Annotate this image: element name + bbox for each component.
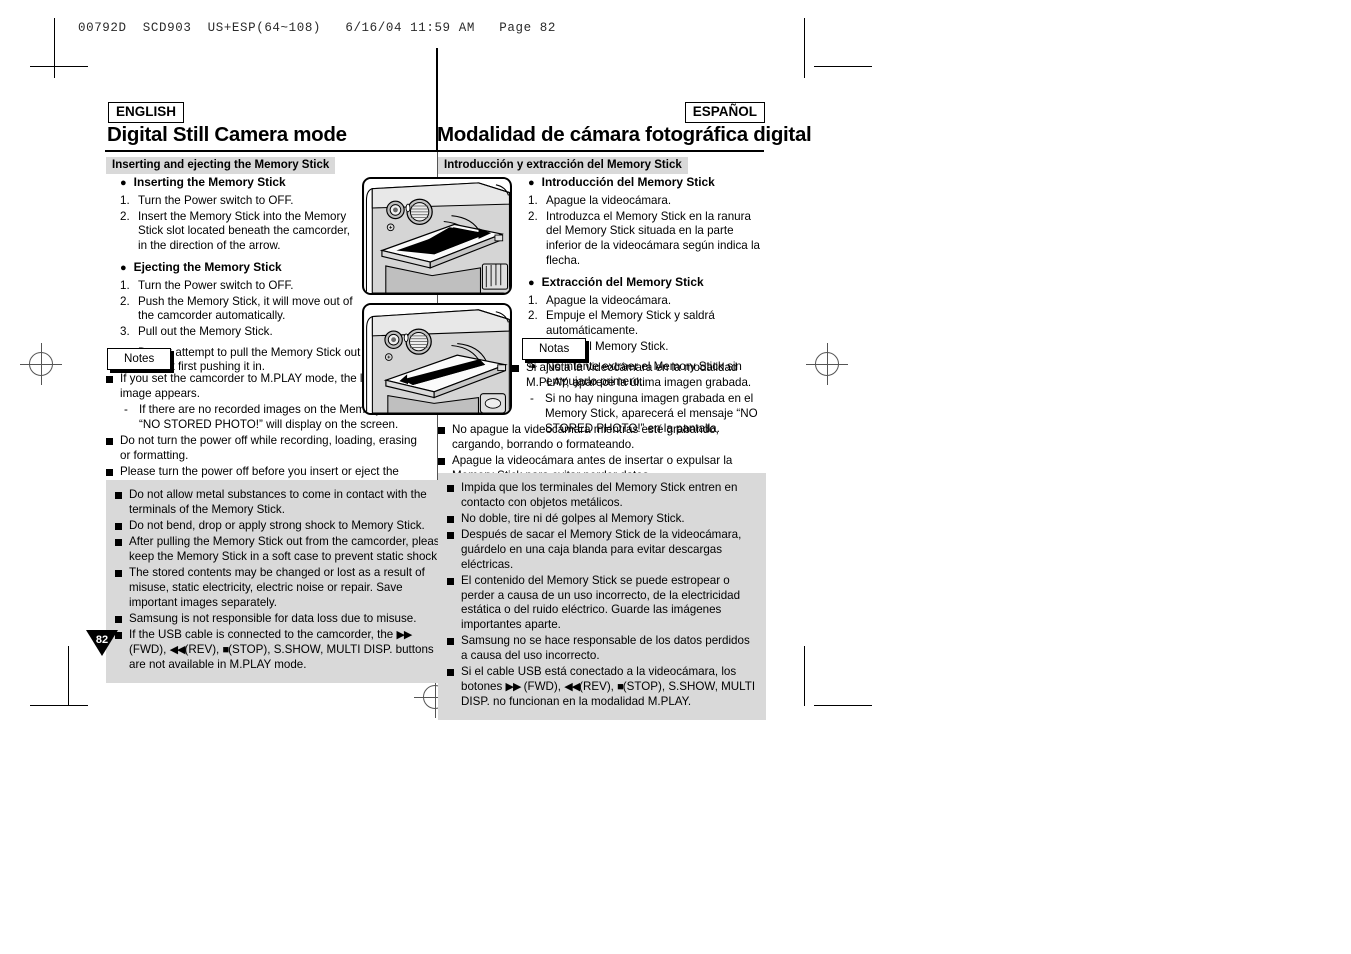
insert-steps-english: 1. Turn the Power switch to OFF. 2. Insert… [106, 194, 361, 254]
fast-forward-icon: ▶▶ [505, 680, 521, 693]
square-bullet-icon [447, 485, 454, 492]
square-bullet-icon [512, 365, 519, 372]
list-item: 2. Introduzca el Memory Stick en la ranur… [528, 209, 760, 268]
section-header-english: Inserting and ejecting the Memory Stick [106, 157, 336, 174]
square-bullet-icon [438, 427, 445, 434]
dash-bullet-icon: - [124, 403, 128, 417]
section-header-spanish: Introducción y extracción del Memory Sti… [438, 157, 688, 174]
caution-box-english: Do not allow metal substances to come in… [106, 480, 456, 684]
list-item: The stored contents may be changed or lo… [115, 566, 448, 610]
bullet-dot-icon: ● [120, 177, 127, 189]
square-bullet-icon [447, 669, 454, 677]
manual-page: ENGLISH ESPAÑOL Digital Still Camera mod… [0, 0, 1351, 954]
square-bullet-icon [106, 376, 113, 383]
list-item: Después de sacar el Memory Stick de la v… [447, 528, 758, 572]
page-title-english: Digital Still Camera mode [107, 123, 347, 146]
title-rule [105, 150, 764, 152]
list-item-usb-spanish: Si el cable USB está conectado a la vide… [447, 665, 758, 709]
square-bullet-icon [115, 522, 122, 530]
list-item: 2. Insert the Memory Stick into the Memor… [120, 209, 351, 253]
square-bullet-icon [106, 469, 113, 477]
bullet-dot-icon: ● [528, 177, 535, 189]
language-badge-spanish: ESPAÑOL [684, 102, 765, 123]
square-bullet-icon [115, 615, 122, 623]
list-item: 3. Pull out the Memory Stick. [120, 324, 273, 338]
square-bullet-icon [106, 437, 113, 445]
bullet-dot-icon: ● [528, 276, 535, 289]
insert-steps-spanish: 1. Apague la videocámara. 2. Introduzca el… [514, 194, 766, 269]
list-item: El contenido del Memory Stick se puede e… [447, 574, 758, 633]
eject-heading-english: ● Ejecting the Memory Stick [120, 260, 282, 275]
list-item: Do not bend, drop or apply strong shock … [115, 519, 448, 534]
square-bullet-icon [115, 539, 122, 547]
page-number: 82 [95, 634, 109, 646]
list-item: Impida que los terminales del Memory Sti… [447, 481, 758, 510]
rewind-icon: ◀◀ [169, 643, 186, 656]
caution-box-spanish: Impida que los terminales del Memory Sti… [438, 473, 766, 721]
square-bullet-icon [115, 570, 122, 578]
insert-heading-spanish: ● Introducción del Memory Stick [528, 175, 715, 189]
english-column: ● Inserting the Memory Stick 1. Turn the … [106, 174, 361, 375]
list-item: Samsung is not responsible for data loss… [115, 612, 448, 627]
list-item: Do not turn the power off while recordin… [106, 434, 428, 463]
page-title-spanish: Modalidad de cámara fotográfica digital [437, 123, 812, 146]
eject-heading-spanish: ● Extracción del Memory Stick [528, 274, 704, 289]
illustration-memory-stick-insert [362, 177, 512, 295]
square-bullet-icon [447, 532, 454, 540]
language-badge-english: ENGLISH [108, 102, 185, 123]
list-item-usb-english: If the USB cable is connected to the cam… [115, 628, 448, 673]
list-item: 2. Push the Memory Stick, it will move ou… [120, 294, 353, 323]
square-bullet-icon [447, 577, 454, 585]
list-item: After pulling the Memory Stick out from … [115, 535, 448, 564]
list-item: 1. Apague la videocámara. [528, 194, 672, 208]
list-item: 1. Turn the Power switch to OFF. [120, 279, 294, 293]
list-item: 2. Empuje el Memory Stick y saldrá automá… [528, 309, 715, 338]
rewind-icon: ◀◀ [564, 680, 580, 693]
list-item: 1. Turn the Power switch to OFF. [120, 194, 294, 208]
insert-heading-english: ● Inserting the Memory Stick [120, 175, 286, 189]
list-item: Do not allow metal substances to come in… [115, 488, 448, 517]
fast-forward-icon: ▶▶ [396, 628, 412, 641]
square-bullet-icon [438, 458, 445, 466]
page-number-badge: 82 [86, 630, 118, 656]
illustration-memory-stick-eject [362, 303, 512, 415]
notes-label-english: Notes [107, 348, 172, 370]
square-bullet-icon [447, 515, 454, 523]
list-item: Si ajusta la videocámara en la modalidad… [512, 361, 768, 390]
eject-steps-english: 1. Turn the Power switch to OFF. 2. Push t… [106, 279, 361, 339]
square-bullet-icon [115, 492, 122, 499]
list-item: No apague la videocámara mientras esté g… [438, 423, 766, 452]
list-item: 1. Apague la videocámara. [528, 294, 672, 308]
notes-label-spanish: Notas [522, 338, 587, 360]
bullet-dot-icon: ● [120, 262, 127, 275]
list-item: Samsung no se hace responsable de los da… [447, 634, 758, 663]
list-item: No doble, tire ni dé golpes al Memory St… [447, 512, 758, 527]
square-bullet-icon [447, 638, 454, 646]
